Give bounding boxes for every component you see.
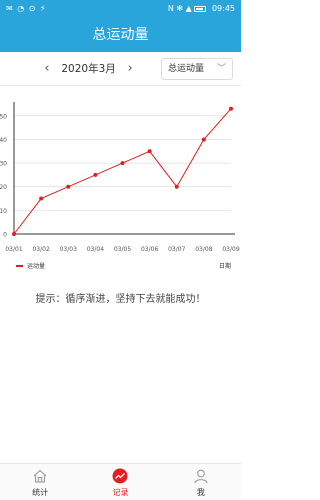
y-tick-label: 20 [0,184,7,191]
data-point [66,184,71,189]
data-point [12,232,16,236]
person-icon [194,469,208,484]
legend-label: 运动量 [27,262,45,270]
y-tick-label: 10 [0,208,7,215]
data-point [39,196,44,201]
chevron-left-icon[interactable]: ‹ [40,52,54,86]
y-tick-label: 50 [0,113,7,120]
tab-bar: 统计 记录 我 [0,463,241,500]
month-label: 2020年3月 [61,63,116,75]
y-tick-label: 0 [3,232,7,239]
x-tick-label: 03/01 [5,246,22,253]
battery-icon [194,5,207,12]
data-point [93,172,98,177]
x-tick-label: 03/05 [114,246,131,253]
tab-record-label: 记录 [112,488,129,497]
x-tick-label: 03/04 [87,246,104,253]
data-point [147,149,152,154]
app-header: 总运动量 [0,18,241,52]
tab-record[interactable]: 记录 [80,464,160,500]
page-title: 总运动量 [92,27,149,43]
tab-me[interactable]: 我 [161,464,241,500]
x-tick-label: 03/06 [141,246,158,253]
chevron-right-icon[interactable]: › [123,52,137,86]
type-select-value: 总运动量 [168,64,205,74]
tab-stats-label: 统计 [32,488,49,497]
status-right: N ✻ ▲ 09:45 [168,4,235,13]
tip-text: 提示：循序渐进，坚持下去就能成功！ [35,294,206,305]
x-axis-label: 日期 [219,262,231,270]
data-point [120,161,125,166]
home-icon [33,469,47,483]
x-tick-label: 03/08 [195,246,212,253]
data-point [174,184,179,189]
data-point [229,106,233,111]
y-tick-label: 30 [0,161,7,168]
chevron-down-icon: ﹀ [216,64,226,74]
type-select[interactable]: 总运动量 ﹀ [161,58,233,80]
chart-record-icon [112,468,128,484]
x-tick-label: 03/07 [168,246,185,253]
data-point [201,137,206,142]
x-tick-label: 03/03 [60,246,77,253]
month-nav: ‹ 2020年3月 › [40,52,137,86]
toolbar: ‹ 2020年3月 › 总运动量 ﹀ [0,52,241,86]
status-bar: ✉ ◔ ⊙ ⚡ N ✻ ▲ 09:45 [0,0,241,18]
line-chart: 0 10 20 30 40 50 03/01 03/02 03/03 03/04 03/05 03/0… [0,102,240,270]
status-right-icons: N ✻ ▲ [167,4,192,13]
series-line [13,108,232,235]
x-tick-label: 03/02 [32,246,49,253]
tab-me-label: 我 [196,488,205,497]
tab-stats[interactable]: 统计 [0,464,80,500]
status-time: 09:45 [211,4,235,13]
x-tick-label: 03/09 [222,246,239,253]
y-tick-label: 40 [0,137,7,144]
status-left-icons: ✉ ◔ ⊙ ⚡ [6,4,47,13]
